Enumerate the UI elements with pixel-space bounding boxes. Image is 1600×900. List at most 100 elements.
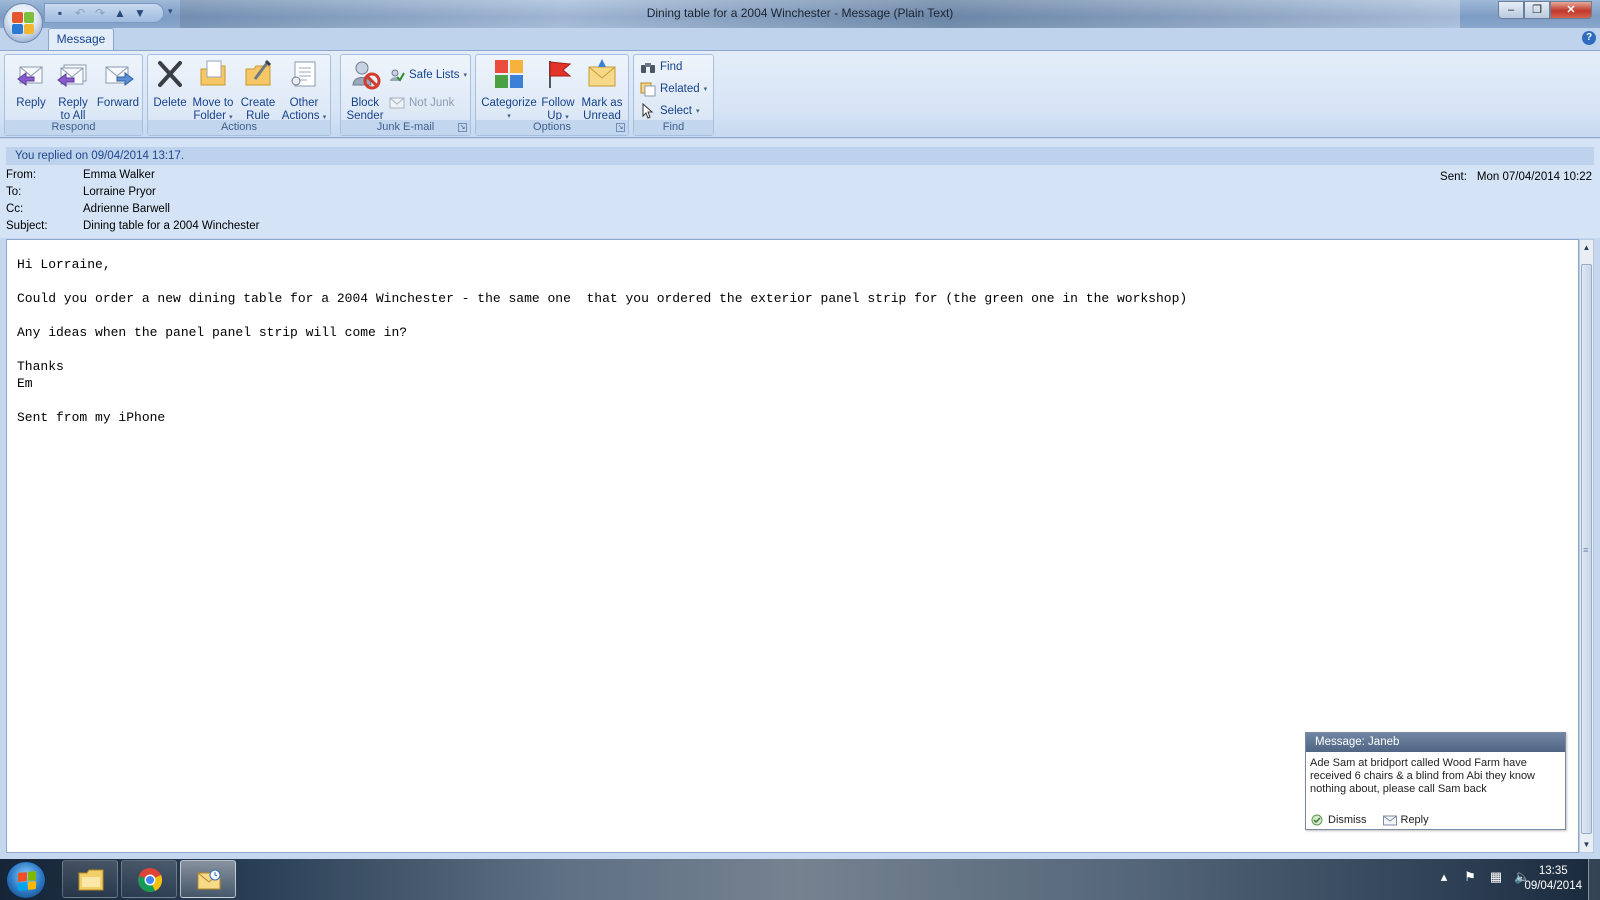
- junk-email-dialog-launcher-icon[interactable]: ↘: [458, 123, 467, 132]
- mark-as-unread-icon: [585, 57, 619, 91]
- safe-lists-dropdown-icon: ▾: [463, 72, 468, 79]
- forward-icon: [101, 57, 135, 91]
- move-to-folder-button[interactable]: Move to Folder ▾: [190, 57, 236, 124]
- chrome-icon: [136, 867, 164, 893]
- categorize-icon: [492, 57, 526, 91]
- message-header: You replied on 09/04/2014 13:17. From: Em…: [0, 139, 1600, 238]
- block-sender-label-1: Block: [350, 97, 380, 109]
- scroll-thumb[interactable]: [1581, 264, 1592, 834]
- forward-label: Forward: [96, 97, 140, 109]
- help-icon[interactable]: ?: [1582, 31, 1596, 45]
- vertical-scrollbar[interactable]: ▲ ▼: [1579, 239, 1594, 853]
- move-to-folder-icon: [196, 57, 230, 91]
- dismiss-button[interactable]: Dismiss: [1310, 814, 1367, 826]
- safe-lists-button[interactable]: Safe Lists ▾: [389, 66, 467, 84]
- cc-label: Cc:: [6, 203, 24, 215]
- find-group: Find Related ▾ Select ▾ Find: [633, 54, 714, 136]
- dismiss-icon: [1310, 814, 1324, 826]
- action-center-flag-icon[interactable]: ⚑: [1462, 869, 1478, 885]
- select-button[interactable]: Select ▾: [640, 102, 699, 120]
- notification-reply-label: Reply: [1400, 814, 1429, 826]
- reply-all-button[interactable]: Reply to All: [51, 57, 95, 123]
- options-group-label: Options: [476, 120, 628, 135]
- notification-text[interactable]: Ade Sam at bridport called Wood Farm hav…: [1306, 752, 1565, 796]
- customize-quick-access-icon[interactable]: ▾: [168, 6, 173, 17]
- delete-button[interactable]: Delete: [150, 57, 190, 110]
- scroll-up-icon[interactable]: ▲: [1580, 240, 1593, 255]
- window-controls: – ❐ ✕: [1498, 1, 1592, 19]
- subject-row: Subject: Dining table for a 2004 Winchest…: [6, 220, 259, 232]
- block-sender-button[interactable]: Block Sender: [343, 57, 387, 123]
- next-item-icon[interactable]: ▼: [133, 6, 147, 20]
- start-button[interactable]: [6, 861, 46, 899]
- categorize-label: Categorize: [481, 97, 537, 109]
- network-icon[interactable]: ▦: [1488, 869, 1504, 885]
- find-button[interactable]: Find: [640, 58, 682, 76]
- notification-title: Message: Janeb: [1306, 733, 1565, 752]
- reply-all-label-1: Reply: [58, 97, 88, 109]
- windows-logo-icon: [18, 871, 36, 891]
- junk-email-group: Block Sender Safe Lists ▾ Not Junk Junk …: [340, 54, 471, 136]
- options-dialog-launcher-icon[interactable]: ↘: [616, 123, 625, 132]
- file-explorer-icon: [77, 867, 105, 893]
- undo-icon[interactable]: ↶: [73, 6, 87, 20]
- redo-icon[interactable]: ↷: [93, 6, 107, 20]
- reply-button[interactable]: Reply: [11, 57, 51, 110]
- related-button[interactable]: Related ▾: [640, 80, 707, 98]
- delete-label: Delete: [153, 97, 187, 109]
- create-rule-label-1: Create: [240, 97, 276, 109]
- from-label: From:: [6, 169, 37, 181]
- cc-value[interactable]: Adrienne Barwell: [83, 203, 170, 215]
- follow-up-flag-icon: [541, 57, 575, 91]
- to-value[interactable]: Lorraine Pryor: [83, 186, 156, 198]
- ribbon-tab-row: Message ?: [0, 28, 1600, 50]
- minimize-button[interactable]: –: [1498, 1, 1524, 19]
- safe-lists-label: Safe Lists: [409, 69, 460, 81]
- save-icon[interactable]: ▪: [53, 6, 67, 20]
- notification-actions: Dismiss Reply: [1310, 814, 1429, 826]
- sent-label: Sent:: [1440, 171, 1467, 183]
- envelope-icon: [1382, 814, 1397, 826]
- tab-message[interactable]: Message: [48, 28, 114, 50]
- office-button[interactable]: [3, 3, 43, 43]
- reply-label: Reply: [16, 97, 46, 109]
- mark-as-unread-button[interactable]: Mark as Unread: [578, 57, 626, 123]
- actions-group-label: Actions: [148, 120, 330, 135]
- block-sender-icon: [348, 57, 382, 91]
- title-bar: Dining table for a 2004 Winchester - Mes…: [0, 0, 1600, 28]
- show-desktop-button[interactable]: [1588, 859, 1600, 900]
- previous-item-icon[interactable]: ▲: [113, 6, 127, 20]
- taskbar-chrome[interactable]: [121, 860, 177, 898]
- close-button[interactable]: ✕: [1550, 1, 1592, 19]
- restore-button[interactable]: ❐: [1524, 1, 1550, 19]
- sent-row: Sent: Mon 07/04/2014 10:22: [1440, 171, 1592, 183]
- taskbar-file-explorer[interactable]: [62, 860, 118, 898]
- new-mail-notification[interactable]: Message: Janeb Ade Sam at bridport calle…: [1305, 732, 1566, 830]
- message-body-text[interactable]: Hi Lorraine, Could you order a new dinin…: [17, 256, 1187, 426]
- office-logo-icon: [12, 12, 34, 34]
- taskbar-outlook[interactable]: [180, 860, 236, 898]
- clock-date: 09/04/2014: [1524, 880, 1582, 892]
- create-rule-button[interactable]: Create Rule: [236, 57, 280, 123]
- select-dropdown-icon: ▾: [695, 108, 700, 115]
- related-icon: [640, 81, 656, 97]
- show-hidden-icons[interactable]: ▴: [1436, 869, 1452, 885]
- info-bar[interactable]: You replied on 09/04/2014 13:17.: [6, 147, 1594, 165]
- forward-button[interactable]: Forward: [95, 57, 141, 110]
- outlook-icon: [195, 867, 223, 893]
- follow-up-button[interactable]: Follow Up ▾: [538, 57, 578, 124]
- from-value[interactable]: Emma Walker: [83, 169, 155, 181]
- clock[interactable]: 13:35 09/04/2014: [1524, 864, 1582, 894]
- other-actions-button[interactable]: Other Actions ▾: [280, 57, 328, 124]
- categorize-button[interactable]: Categorize ▾: [480, 57, 538, 123]
- cc-row: Cc: Adrienne Barwell: [6, 203, 170, 215]
- safe-lists-icon: [389, 67, 405, 83]
- subject-value: Dining table for a 2004 Winchester: [83, 220, 260, 232]
- notification-reply-button[interactable]: Reply: [1382, 814, 1429, 826]
- delete-icon: [153, 57, 187, 91]
- related-dropdown-icon: ▾: [703, 86, 708, 93]
- other-actions-icon: [287, 57, 321, 91]
- scroll-down-icon[interactable]: ▼: [1580, 837, 1593, 852]
- find-group-label: Find: [634, 120, 713, 135]
- reply-all-icon: [56, 57, 90, 91]
